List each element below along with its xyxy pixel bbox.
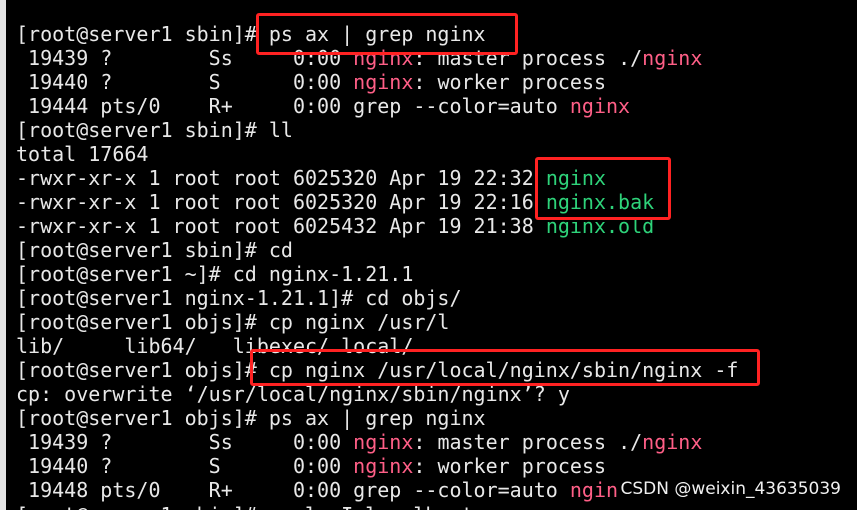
line-text: 19444 pts/0 R+ 0:00 grep --color=auto [16,94,570,118]
grep-match-text: nginx [642,46,703,70]
line-text: 19440 ? S 0:00 [16,454,354,478]
line-text: -rwxr-xr-x 1 root root 6025320 Apr 19 22… [16,190,546,214]
terminal-line: 19444 pts/0 R+ 0:00 grep --color=auto ng… [16,94,630,118]
terminal-line: lib/ lib64/ libexec/ local/ [16,334,413,358]
line-text: lib/ lib64/ libexec/ local/ [16,334,414,358]
line-text: [root@server1 nginx-1.21.1]# cd objs/ [16,286,462,310]
executable-filename: nginx [545,166,607,190]
terminal-line: -rwxr-xr-x 1 root root 6025320 Apr 19 22… [16,190,654,214]
grep-match-text: nginx [353,454,414,478]
line-text: [root@server1 ~]# cd nginx-1.21.1 [16,262,414,286]
line-text: 19448 pts/0 R+ 0:00 grep --color=auto [16,478,570,502]
terminal-line: -rwxr-xr-x 1 root root 6025320 Apr 19 22… [16,166,606,190]
line-text: [root@server1 objs]# ps ax | grep nginx [16,406,486,430]
line-text: [root@server1 sbin]# cd [16,238,293,262]
line-text: -rwxr-xr-x 1 root root 6025320 Apr 19 22… [16,166,546,190]
line-text: [root@server1 objs]# cp nginx /usr/local… [16,358,739,382]
grep-match-text: nginx [353,46,414,70]
line-text: : worker process [413,454,607,478]
line-text: cp: overwrite ‘/usr/local/nginx/sbin/ngi… [16,382,570,406]
grep-match-text: ngin [569,478,619,502]
watermark: CSDN @weixin_43635039 [620,479,841,499]
line-text: : worker process [413,70,607,94]
line-text: : master process ./ [413,430,643,454]
terminal-line: [root@server1 sbin]# ll [16,118,293,142]
terminal-line: [root@server1 sbin]# ps ax | grep nginx [16,22,486,46]
line-text: 19440 ? S 0:00 [16,70,354,94]
line-text: 19439 ? Ss 0:00 [16,430,354,454]
terminal-line: [root@server1 ~]# cd nginx-1.21.1 [16,262,413,286]
terminal-line: [root@server1 nginx-1.21.1]# cd objs/ [16,286,462,310]
terminal-window[interactable]: [root@server1 sbin]# ps ax | grep nginx … [6,0,857,510]
terminal-line: -rwxr-xr-x 1 root root 6025432 Apr 19 21… [16,214,654,238]
line-text: 19439 ? Ss 0:00 [16,46,354,70]
terminal-line: 19439 ? Ss 0:00 nginx: master process ./… [16,430,702,454]
terminal-line: [root@server1 objs]# cp nginx /usr/l [16,310,449,334]
terminal-line: 19439 ? Ss 0:00 nginx: master process ./… [16,46,702,70]
executable-filename: nginx.bak [545,190,655,214]
grep-match-text: nginx [353,70,414,94]
grep-match-text: nginx [642,430,703,454]
terminal-line: [root@server1 sbin]# cd [16,238,293,262]
terminal-line: 19440 ? S 0:00 nginx: worker process [16,454,606,478]
terminal-line: [root@server1 objs]# ps ax | grep nginx [16,406,486,430]
terminal-line: 19448 pts/0 R+ 0:00 grep --color=auto ng… [16,478,618,502]
line-text: : master process ./ [413,46,643,70]
terminal-line: 19440 ? S 0:00 nginx: worker process [16,70,606,94]
terminal-line: [root@server1 objs]# cp nginx /usr/local… [16,358,738,382]
line-text: [root@server1 sbin]# ll [16,118,293,142]
cutoff-line: [root@server1 sbin]# curl -I localhost [16,503,474,510]
line-text: [root@server1 objs]# cp nginx /usr/l [16,310,450,334]
line-text: -rwxr-xr-x 1 root root 6025432 Apr 19 21… [16,214,546,238]
terminal-line: cp: overwrite ‘/usr/local/nginx/sbin/ngi… [16,382,570,406]
terminal-line: total 17664 [16,142,148,166]
grep-match-text: nginx [569,94,631,118]
grep-match-text: nginx [353,430,414,454]
executable-filename: nginx.old [545,214,655,238]
line-text: total 17664 [16,142,149,166]
line-text: [root@server1 sbin]# ps ax | grep nginx [16,22,486,46]
